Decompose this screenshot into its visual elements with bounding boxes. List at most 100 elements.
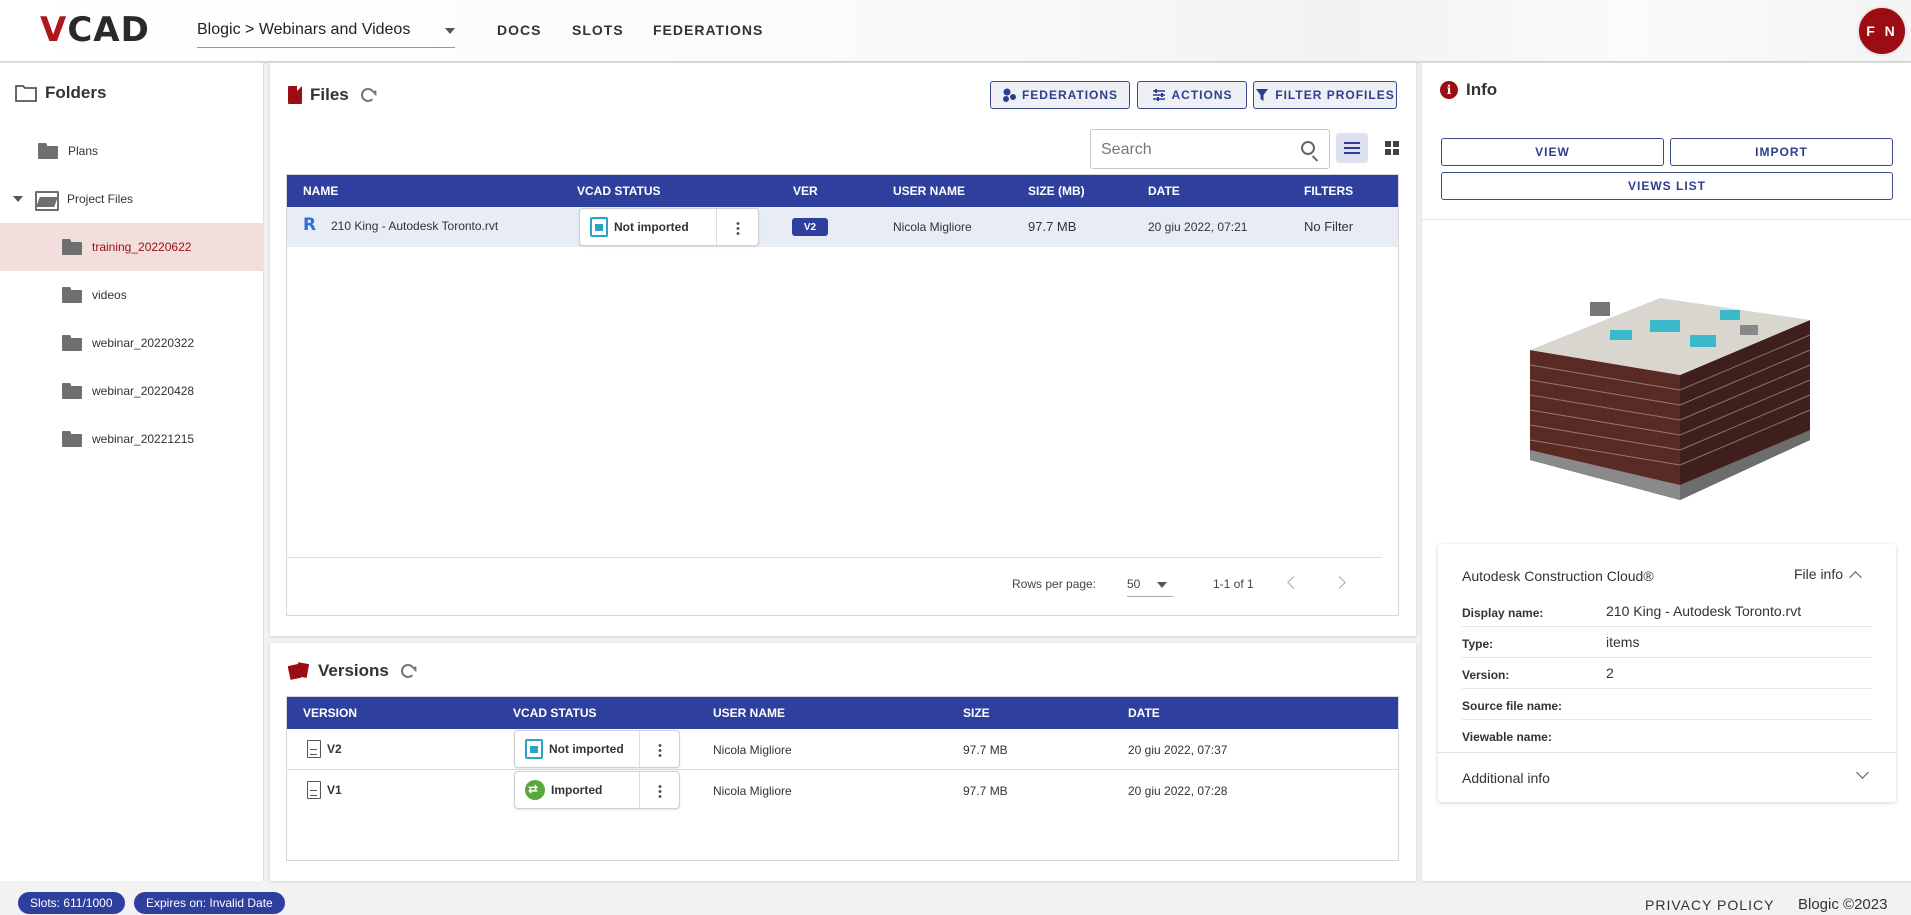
additional-info-toggle[interactable]: Additional info: [1438, 753, 1896, 801]
versions-table-header: VERSION VCAD STATUS USER NAME SIZE DATE: [287, 697, 1398, 729]
field-type: Type: items: [1462, 627, 1872, 658]
more-options-icon[interactable]: [658, 743, 662, 757]
footer: Slots: 611/1000 Expires on: Invalid Date…: [0, 883, 1911, 915]
grid-view-icon: [1385, 141, 1399, 155]
list-view-icon: [1344, 142, 1360, 154]
table-row[interactable]: V1 Imported Nicola Migliore 97.7 MB 20 g…: [287, 770, 1398, 811]
col-user-name[interactable]: USER NAME: [713, 706, 785, 720]
folder-icon: [62, 239, 82, 255]
col-ver[interactable]: VER: [793, 184, 818, 198]
views-list-button[interactable]: VIEWS LIST: [1441, 172, 1893, 200]
file-info-toggle[interactable]: File info: [1794, 566, 1862, 584]
refresh-icon[interactable]: [360, 88, 375, 102]
col-date[interactable]: DATE: [1148, 184, 1180, 198]
document-icon: [307, 781, 321, 799]
files-title: Files: [288, 85, 375, 105]
col-vcad-status[interactable]: VCAD STATUS: [577, 184, 661, 198]
imported-icon: [525, 780, 545, 800]
search-input[interactable]: [1101, 138, 1281, 162]
version-badge: V2: [792, 218, 828, 236]
col-filters[interactable]: FILTERS: [1304, 184, 1353, 198]
vcad-status-pill[interactable]: Not imported: [579, 208, 759, 246]
slots-badge: Slots: 611/1000: [18, 892, 125, 914]
import-button[interactable]: IMPORT: [1670, 138, 1893, 166]
search-box[interactable]: [1090, 129, 1330, 169]
caret-down-icon: [445, 28, 455, 34]
info-title: i Info: [1440, 80, 1497, 100]
folder-item-project-files[interactable]: Project Files: [0, 175, 264, 223]
nav-slots[interactable]: SLOTS: [572, 22, 624, 38]
info-icon: i: [1440, 81, 1458, 99]
field-display-name: Display name: 210 King - Autodesk Toront…: [1462, 596, 1872, 627]
folder-item-webinar-20220428[interactable]: webinar_20220428: [0, 367, 264, 415]
col-date[interactable]: DATE: [1128, 706, 1160, 720]
folder-item-videos[interactable]: videos: [0, 271, 264, 319]
model-thumbnail-image[interactable]: [1510, 280, 1820, 510]
col-vcad-status[interactable]: VCAD STATUS: [513, 706, 597, 720]
more-options-icon[interactable]: [658, 784, 662, 798]
folders-sidebar: Folders Plans Project Files training_202…: [0, 63, 264, 881]
file-icon: [288, 86, 302, 104]
filter-icon: [1256, 89, 1269, 101]
file-info-card: Autodesk Construction Cloud® File info D…: [1438, 544, 1896, 802]
source-label: Autodesk Construction Cloud®: [1462, 568, 1654, 584]
filter-profiles-button[interactable]: FILTER PROFILES: [1253, 81, 1397, 109]
chevron-up-icon: [1849, 570, 1862, 584]
folder-icon: [62, 335, 82, 351]
folder-item-webinar-20220322[interactable]: webinar_20220322: [0, 319, 264, 367]
federation-icon: [1002, 88, 1016, 102]
table-row[interactable]: V2 Not imported Nicola Migliore 97.7 MB …: [287, 729, 1398, 770]
rows-per-page-select[interactable]: 50: [1127, 571, 1173, 597]
col-size[interactable]: SIZE: [963, 706, 990, 720]
table-row[interactable]: R 210 King - Autodesk Toronto.rvt Not im…: [287, 207, 1398, 247]
files-panel: Files FEDERATIONS ACTIONS FILTER PROFILE…: [270, 63, 1416, 636]
col-user-name[interactable]: USER NAME: [893, 184, 965, 198]
folder-icon: [62, 383, 82, 399]
folder-item-plans[interactable]: Plans: [0, 127, 264, 175]
nav-docs[interactable]: DOCS: [497, 22, 541, 38]
tune-icon: [1152, 89, 1165, 101]
folders-title: Folders: [15, 83, 106, 103]
vcad-logo[interactable]: VCAD: [40, 12, 150, 48]
project-selector-value: Blogic > Webinars and Videos: [197, 21, 411, 38]
project-selector[interactable]: Blogic > Webinars and Videos: [197, 16, 455, 48]
col-version[interactable]: VERSION: [303, 706, 357, 720]
rows-per-page-label: Rows per page:: [1012, 577, 1097, 591]
folder-open-icon: [35, 191, 59, 211]
not-imported-icon: [590, 217, 608, 237]
vcad-status-pill[interactable]: Not imported: [514, 730, 680, 768]
pagination-range: 1-1 of 1: [1213, 577, 1254, 591]
privacy-policy-link[interactable]: PRIVACY POLICY: [1645, 897, 1774, 913]
list-view-toggle[interactable]: [1336, 133, 1368, 163]
expand-caret-icon[interactable]: [13, 196, 23, 202]
more-options-icon[interactable]: [736, 221, 740, 235]
search-icon[interactable]: [1301, 141, 1315, 155]
nav-federations[interactable]: FEDERATIONS: [653, 22, 763, 38]
field-viewable-name: Viewable name:: [1462, 730, 1552, 744]
user-avatar[interactable]: F N: [1857, 6, 1907, 56]
vcad-status-pill[interactable]: Imported: [514, 771, 680, 809]
col-name[interactable]: NAME: [303, 184, 338, 198]
document-icon: [307, 740, 321, 758]
field-source-file-name: Source file name:: [1462, 689, 1872, 720]
files-table-header: NAME VCAD STATUS VER USER NAME SIZE (MB)…: [287, 175, 1398, 207]
folder-icon: [62, 287, 82, 303]
folder-icon: [62, 431, 82, 447]
refresh-icon[interactable]: [400, 664, 415, 678]
revit-file-icon: R: [303, 215, 317, 235]
next-page-icon[interactable]: [1333, 576, 1346, 589]
caret-down-icon: [1157, 582, 1167, 588]
table-divider: [287, 557, 1382, 558]
folder-item-training[interactable]: training_20220622: [0, 223, 264, 271]
view-button[interactable]: VIEW: [1441, 138, 1664, 166]
folder-item-webinar-20221215[interactable]: webinar_20221215: [0, 415, 264, 463]
expires-badge: Expires on: Invalid Date: [134, 892, 285, 914]
grid-view-toggle[interactable]: [1376, 133, 1408, 163]
actions-button[interactable]: ACTIONS: [1137, 81, 1247, 109]
versions-panel: Versions VERSION VCAD STATUS USER NAME S…: [270, 643, 1416, 881]
not-imported-icon: [525, 739, 543, 759]
federations-button[interactable]: FEDERATIONS: [990, 81, 1130, 109]
col-size[interactable]: SIZE (MB): [1028, 184, 1085, 198]
field-version: Version: 2: [1462, 658, 1872, 689]
previous-page-icon[interactable]: [1287, 576, 1300, 589]
